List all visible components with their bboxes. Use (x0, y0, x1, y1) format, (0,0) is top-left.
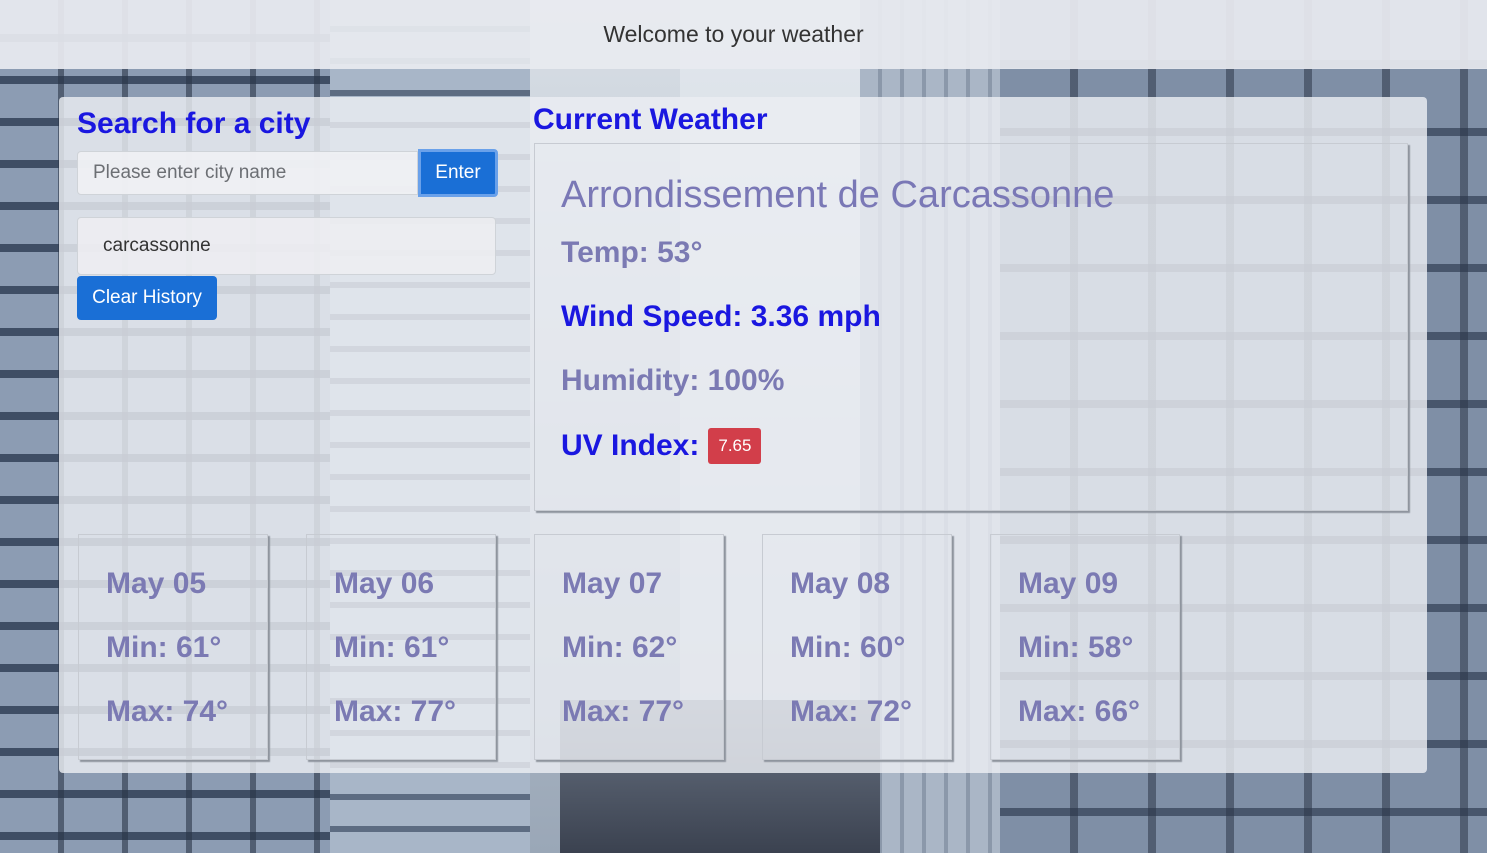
forecast-date: May 09 (1018, 567, 1119, 600)
forecast-max: Max: 72° (790, 695, 913, 728)
forecast-max: Max: 77° (562, 695, 685, 728)
forecast-card: May 08 Min: 60° Max: 72° (762, 534, 952, 760)
current-wind-speed: Wind Speed: 3.36 mph (561, 300, 881, 333)
forecast-min: Min: 58° (1018, 631, 1134, 664)
uv-index-label: UV Index: (561, 429, 700, 462)
city-search-input[interactable] (77, 151, 418, 195)
forecast-max: Max: 66° (1018, 695, 1141, 728)
forecast-min: Min: 60° (790, 631, 906, 664)
search-heading: Search for a city (77, 107, 311, 140)
current-weather-heading: Current Weather (533, 103, 768, 136)
uv-index-badge: 7.65 (708, 428, 762, 464)
forecast-min: Min: 61° (106, 631, 222, 664)
forecast-card: May 09 Min: 58° Max: 66° (990, 534, 1180, 760)
forecast-card: May 07 Min: 62° Max: 77° (534, 534, 724, 760)
current-temp: Temp: 53° (561, 236, 703, 269)
forecast-min: Min: 62° (562, 631, 678, 664)
uv-index-row: UV Index: 7.65 (561, 428, 762, 464)
forecast-min: Min: 61° (334, 631, 450, 664)
forecast-date: May 06 (334, 567, 435, 600)
forecast-date: May 05 (106, 567, 207, 600)
history-item-carcassonne[interactable]: carcassonne (77, 217, 496, 275)
forecast-max: Max: 77° (334, 695, 457, 728)
page-title: Welcome to your weather (603, 21, 864, 47)
page-header: Welcome to your weather (0, 0, 1487, 69)
main-panel: Search for a city Enter carcassonne Clea… (59, 97, 1427, 773)
city-name: Arrondissement de Carcassonne (561, 174, 1115, 216)
current-humidity: Humidity: 100% (561, 364, 785, 397)
forecast-card: May 05 Min: 61° Max: 74° (78, 534, 268, 760)
search-bar: Enter (77, 149, 498, 197)
forecast-date: May 07 (562, 567, 663, 600)
forecast-card: May 06 Min: 61° Max: 77° (306, 534, 496, 760)
forecast-date: May 08 (790, 567, 891, 600)
clear-history-button[interactable]: Clear History (77, 276, 217, 320)
enter-button[interactable]: Enter (418, 149, 498, 197)
current-weather-card: Arrondissement de Carcassonne Temp: 53° … (534, 143, 1408, 511)
forecast-max: Max: 74° (106, 695, 229, 728)
